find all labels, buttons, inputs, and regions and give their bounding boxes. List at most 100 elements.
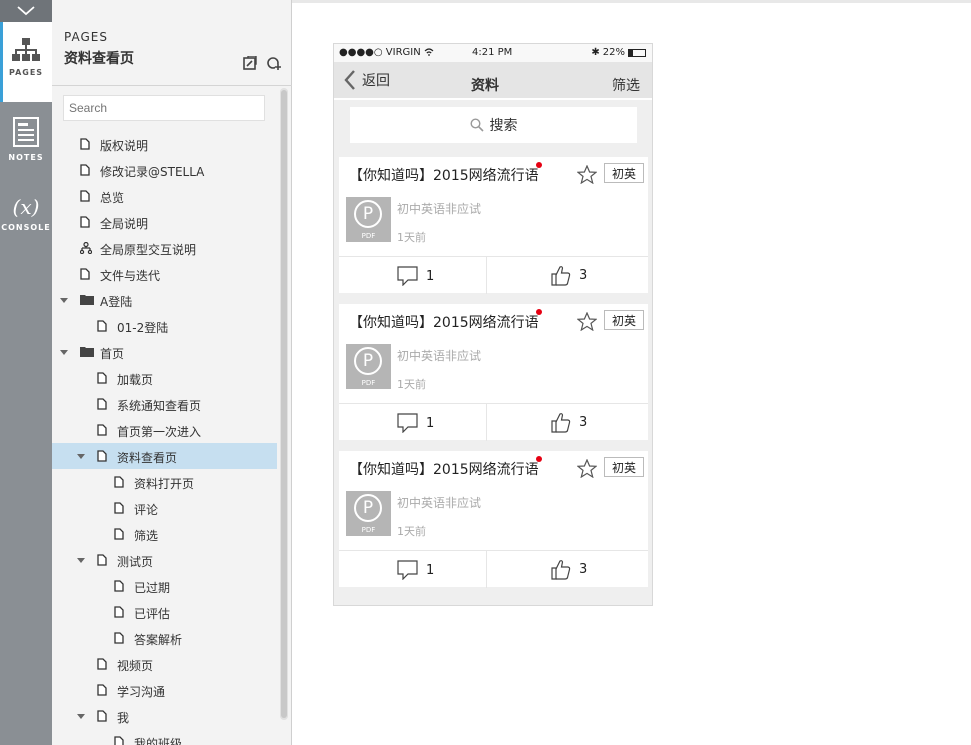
tree-item[interactable]: 加载页 bbox=[52, 365, 277, 391]
tree-item[interactable]: 系统通知查看页 bbox=[52, 391, 277, 417]
status-bar: ●●●●○ VIRGIN 4:21 PM ✱ 22% bbox=[334, 44, 652, 62]
tree-item[interactable]: 已评估 bbox=[52, 599, 277, 625]
tree-item[interactable]: 我 bbox=[52, 703, 277, 729]
tree-item[interactable]: 全局说明 bbox=[52, 209, 277, 235]
expand-arrow-icon[interactable] bbox=[60, 350, 68, 355]
tree-item-label: 我的班级 bbox=[134, 737, 183, 745]
battery-percent: 22% bbox=[602, 47, 625, 58]
comment-count: 1 bbox=[426, 415, 435, 431]
card-actions: 13 bbox=[339, 256, 648, 294]
tree-item[interactable]: 学习沟通 bbox=[52, 677, 277, 703]
chevron-down-icon bbox=[17, 6, 35, 16]
tree-item[interactable]: 评论 bbox=[52, 495, 277, 521]
flow-icon bbox=[79, 241, 93, 257]
expand-arrow-icon[interactable] bbox=[77, 714, 85, 719]
tab-console[interactable]: (x) CONSOLE bbox=[0, 185, 52, 265]
page-icon bbox=[97, 372, 107, 387]
expand-arrow-icon[interactable] bbox=[60, 298, 68, 303]
search-input[interactable] bbox=[63, 95, 265, 121]
tree-item[interactable]: 答案解析 bbox=[52, 625, 277, 651]
expand-arrow-icon[interactable] bbox=[77, 454, 85, 459]
thumbs-up-icon bbox=[551, 560, 571, 580]
card-title[interactable]: 【你知道吗】2015网络流行语 bbox=[349, 312, 539, 332]
folder-icon bbox=[80, 346, 94, 360]
card-subtitle: 初中英语非应试 bbox=[397, 496, 482, 510]
resource-card[interactable]: 【你知道吗】2015网络流行语 初英 P PDF 初中英语非应试 1天前 1 3 bbox=[339, 451, 648, 588]
star-icon[interactable] bbox=[577, 312, 597, 331]
add-folder-icon[interactable] bbox=[267, 56, 281, 70]
scrollbar-thumb[interactable] bbox=[281, 90, 287, 718]
page-icon bbox=[97, 684, 107, 699]
action-divider bbox=[486, 404, 487, 441]
add-page-icon[interactable] bbox=[243, 56, 257, 70]
tree-item[interactable]: 测试页 bbox=[52, 547, 277, 573]
page-icon bbox=[97, 320, 107, 335]
like-count: 3 bbox=[579, 268, 588, 283]
like-count: 3 bbox=[579, 562, 588, 577]
tree-item[interactable]: 总览 bbox=[52, 183, 277, 209]
page-icon bbox=[97, 424, 107, 439]
resource-card[interactable]: 【你知道吗】2015网络流行语 初英 P PDF 初中英语非应试 1天前 1 3 bbox=[339, 157, 648, 294]
sitemap-icon bbox=[12, 38, 40, 61]
back-button[interactable]: 返回 bbox=[344, 70, 390, 90]
tree-item[interactable]: A登陆 bbox=[52, 287, 277, 313]
card-actions: 13 bbox=[339, 550, 648, 588]
like-button[interactable]: 3 bbox=[551, 412, 587, 433]
pdf-thumbnail[interactable]: P PDF bbox=[346, 344, 391, 389]
expand-arrow-icon[interactable] bbox=[77, 558, 85, 563]
card-subtitle: 初中英语非应试 bbox=[397, 349, 482, 363]
comment-button[interactable]: 1 bbox=[397, 413, 434, 433]
comment-button[interactable]: 1 bbox=[397, 266, 434, 286]
page-icon bbox=[80, 164, 90, 179]
star-icon[interactable] bbox=[577, 459, 597, 478]
panel-header: PAGES 资料查看页 bbox=[64, 30, 134, 68]
tab-pages[interactable]: PAGES bbox=[0, 22, 52, 102]
pdf-thumbnail[interactable]: P PDF bbox=[346, 197, 391, 242]
comment-button[interactable]: 1 bbox=[397, 560, 434, 580]
tree-item[interactable]: 01-2登陆 bbox=[52, 313, 277, 339]
tree-item[interactable]: 筛选 bbox=[52, 521, 277, 547]
panel-caption: PAGES bbox=[64, 30, 108, 44]
comment-count: 1 bbox=[426, 268, 435, 284]
unread-dot bbox=[536, 456, 542, 462]
pdf-thumbnail[interactable]: P PDF bbox=[346, 491, 391, 536]
tree-item-label: 首页 bbox=[100, 347, 125, 361]
tree-item[interactable]: 首页 bbox=[52, 339, 277, 365]
tree-item[interactable]: 资料打开页 bbox=[52, 469, 277, 495]
like-button[interactable]: 3 bbox=[551, 265, 587, 286]
tree-item-label: 修改记录@STELLA bbox=[100, 165, 205, 179]
tree-item[interactable]: 已过期 bbox=[52, 573, 277, 599]
tree-item[interactable]: 首页第一次进入 bbox=[52, 417, 277, 443]
page-icon bbox=[80, 268, 90, 283]
card-title[interactable]: 【你知道吗】2015网络流行语 bbox=[349, 459, 539, 479]
page-tree: 版权说明修改记录@STELLA 总览 全局说明 全局原型交互说明 文件与迭代 A登陆 01-… bbox=[52, 131, 277, 745]
card-time: 1天前 bbox=[397, 525, 426, 538]
tab-notes[interactable]: NOTES bbox=[0, 105, 52, 185]
tree-item[interactable]: 资料查看页 bbox=[52, 443, 277, 469]
pdf-letter: P bbox=[354, 200, 382, 228]
tree-item-label: 视频页 bbox=[117, 659, 154, 673]
tree-item-label: 学习沟通 bbox=[117, 685, 166, 699]
search-icon bbox=[469, 118, 484, 132]
tree-item-label: 01-2登陆 bbox=[117, 321, 169, 335]
tree-item[interactable]: 版权说明 bbox=[52, 131, 277, 157]
tree-item[interactable]: 全局原型交互说明 bbox=[52, 235, 277, 261]
nav-bar: 返回 资料 筛选 bbox=[334, 62, 652, 100]
pages-panel: PAGES 资料查看页 版权说明修改记录@STELLA 总览全局说明全局原型交互说… bbox=[52, 0, 292, 745]
tree-item[interactable]: 修改记录@STELLA bbox=[52, 157, 277, 183]
card-title[interactable]: 【你知道吗】2015网络流行语 bbox=[349, 165, 539, 185]
star-icon[interactable] bbox=[577, 165, 597, 184]
phone-search-bar[interactable]: 搜索 bbox=[350, 107, 637, 143]
resource-card[interactable]: 【你知道吗】2015网络流行语 初英 P PDF 初中英语非应试 1天前 1 3 bbox=[339, 304, 648, 441]
tree-item[interactable]: 我的班级 bbox=[52, 729, 277, 745]
collapse-toggle[interactable] bbox=[0, 0, 52, 22]
page-icon bbox=[114, 606, 124, 621]
panel-divider bbox=[52, 85, 292, 86]
unread-dot bbox=[536, 309, 542, 315]
tree-item[interactable]: 文件与迭代 bbox=[52, 261, 277, 287]
thumbs-up-icon bbox=[551, 413, 571, 433]
tree-item[interactable]: 视频页 bbox=[52, 651, 277, 677]
tree-item-label: 答案解析 bbox=[134, 633, 183, 647]
like-button[interactable]: 3 bbox=[551, 559, 587, 580]
filter-button[interactable]: 筛选 bbox=[612, 75, 640, 95]
